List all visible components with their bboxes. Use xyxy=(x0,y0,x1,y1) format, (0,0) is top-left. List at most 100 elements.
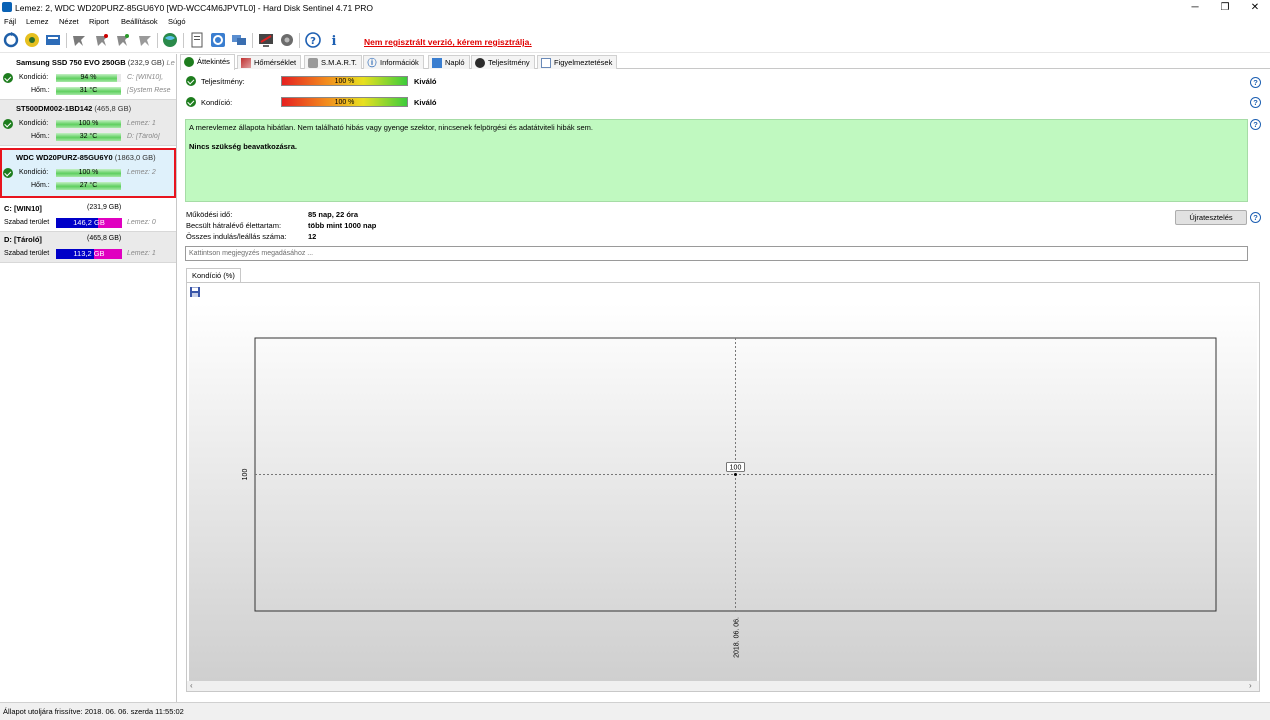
free-space-value: 113,2 GB xyxy=(73,249,105,258)
help-icon[interactable]: ? xyxy=(1250,212,1261,223)
tab-label: Napló xyxy=(445,58,465,67)
note-input[interactable]: Kattintson megjegyzés megadásához ... xyxy=(185,246,1248,261)
minimize-button[interactable]: ─ xyxy=(1180,0,1210,15)
volume-item-c[interactable]: C: [WIN10] (231,9 GB) Szabad terület 146… xyxy=(0,201,176,232)
condition-value: 100 % xyxy=(334,99,355,106)
sync-icon[interactable] xyxy=(210,32,226,48)
app-icon xyxy=(2,2,12,12)
tab-temperature[interactable]: Hőmérséklet xyxy=(237,55,302,69)
tab-alerts[interactable]: Figyelmeztetések xyxy=(537,55,618,69)
chart-area: 100 100 2018. 06. 06. xyxy=(189,303,1257,681)
refresh-icon[interactable] xyxy=(3,32,19,48)
horizontal-scrollbar[interactable]: ‹ › xyxy=(187,681,1259,691)
settings-icon[interactable] xyxy=(279,32,295,48)
data-point xyxy=(734,473,737,476)
globe-icon[interactable] xyxy=(162,32,178,48)
retest-button[interactable]: Újratesztelés xyxy=(1175,210,1247,225)
toolbar: ? i Nem regisztrált verzió, kérem regisz… xyxy=(0,28,1270,53)
surface-test-icon[interactable] xyxy=(94,32,110,48)
menu-view[interactable]: Nézet xyxy=(59,17,79,26)
condition-rating: Kiváló xyxy=(414,98,437,107)
condition-value: 100 % xyxy=(78,120,99,127)
wipe-icon[interactable] xyxy=(137,32,153,48)
volume-disk-ref: Lemez: 1 xyxy=(127,250,156,257)
chart-tab-condition[interactable]: Kondíció (%) xyxy=(186,268,241,282)
tab-bar: Áttekintés Hőmérséklet S.M.A.R.T. ⓘ Infor… xyxy=(180,54,1270,70)
ok-check-icon xyxy=(3,119,13,129)
temp-value: 27 °C xyxy=(79,182,98,189)
toolbar-separator xyxy=(157,33,158,48)
tab-smart[interactable]: S.M.A.R.T. xyxy=(304,55,362,69)
thermometer-icon xyxy=(241,58,251,68)
temp-value: 32 °C xyxy=(79,133,98,140)
disk-item-wdc-selected[interactable]: WDC WD20PURZ-85GU6Y0 (1863,0 GB) Kondíci… xyxy=(0,148,176,198)
status-bar: Állapot utoljára frissítve: 2018. 06. 06… xyxy=(0,702,1270,720)
tab-information[interactable]: ⓘ Információk xyxy=(363,55,424,69)
tab-label: Hőmérséklet xyxy=(254,58,297,67)
ok-check-icon xyxy=(3,168,13,178)
app-window: Lemez: 2, WDC WD20PURZ-85GU6Y0 [WD-WCC4M… xyxy=(0,0,1270,720)
ok-check-icon xyxy=(186,97,196,107)
last-update-text: Állapot utoljára frissítve: 2018. 06. 06… xyxy=(3,707,184,716)
ok-check-icon xyxy=(3,73,13,83)
register-link[interactable]: Nem regisztrált verzió, kérem regisztrál… xyxy=(364,37,532,47)
startstop-value: 12 xyxy=(308,232,317,241)
tab-label: Áttekintés xyxy=(197,57,230,66)
about-icon[interactable]: i xyxy=(326,32,342,49)
condition-label: Kondíció: xyxy=(19,169,49,176)
svg-text:?: ? xyxy=(310,36,316,47)
scroll-left-icon[interactable]: ‹ xyxy=(190,681,193,691)
tab-log[interactable]: Napló xyxy=(428,55,470,69)
help-icon[interactable]: ? xyxy=(305,32,321,48)
tab-overview[interactable]: Áttekintés xyxy=(180,54,235,70)
disk-icon xyxy=(308,58,318,68)
free-space-label: Szabad terület xyxy=(4,219,50,226)
volume-size: (465,8 GB) xyxy=(87,235,122,242)
condition-label: Kondíció: xyxy=(201,98,233,107)
alert-config-icon[interactable] xyxy=(258,32,274,48)
menu-bar: Fájl Lemez Nézet Riport Beállítások Súgó xyxy=(0,15,1270,27)
disk-side-info: C: [WIN10], xyxy=(127,74,164,81)
temp-label: Hőm.: xyxy=(31,133,50,140)
repair-icon[interactable] xyxy=(115,32,131,48)
close-button[interactable]: ✕ xyxy=(1240,0,1270,15)
disk-info-icon[interactable] xyxy=(24,32,40,48)
menu-disk[interactable]: Lemez xyxy=(26,17,49,26)
menu-settings[interactable]: Beállítások xyxy=(121,17,158,26)
disk-name: ST500DM002-1BD142 xyxy=(16,104,93,113)
save-icon[interactable] xyxy=(190,287,200,297)
volume-item-d[interactable]: D: [Tároló] (465,8 GB) Szabad terület 11… xyxy=(0,232,176,263)
help-icon[interactable]: ? xyxy=(1250,97,1261,108)
overview-panel: Teljesítmény: 100 % Kiváló ? Kondíció: 1… xyxy=(180,70,1270,702)
uptime-label: Működési idő: xyxy=(186,210,233,219)
menu-file[interactable]: Fájl xyxy=(4,17,16,26)
condition-label: Kondíció: xyxy=(19,120,49,127)
info-icon: ⓘ xyxy=(367,58,377,68)
menu-report[interactable]: Riport xyxy=(89,17,109,26)
report-icon[interactable] xyxy=(45,32,61,48)
free-space-value: 146,2 GB xyxy=(73,218,105,227)
temp-bar: 31 °C xyxy=(56,87,121,95)
disk-item-samsung[interactable]: Samsung SSD 750 EVO 250GB (232,9 GB) Le … xyxy=(0,54,176,100)
lifetime-value: több mint 1000 nap xyxy=(308,221,377,230)
help-icon[interactable]: ? xyxy=(1250,119,1261,130)
scroll-right-icon[interactable]: › xyxy=(1249,681,1252,691)
condition-bar: 100 % xyxy=(56,120,121,128)
menu-help[interactable]: Súgó xyxy=(168,17,186,26)
tab-label: Információk xyxy=(380,58,419,67)
startstop-label: Összes indulás/leállás száma: xyxy=(186,232,287,241)
uptime-value: 85 nap, 22 óra xyxy=(308,210,359,219)
network-icon[interactable] xyxy=(231,32,247,48)
tab-performance[interactable]: Teljesítmény xyxy=(471,55,535,69)
log-icon xyxy=(432,58,442,68)
restore-button[interactable]: ❐ xyxy=(1210,0,1240,15)
help-icon[interactable]: ? xyxy=(1250,77,1261,88)
volume-name: C: [WIN10] xyxy=(4,204,42,213)
disk-item-seagate[interactable]: ST500DM002-1BD142 (465,8 GB) Kondíció: 1… xyxy=(0,100,176,146)
action-text: Nincs szükség beavatkozásra. xyxy=(189,142,297,151)
temp-label: Hőm.: xyxy=(31,87,50,94)
document-icon[interactable] xyxy=(189,32,205,48)
disk-name: WDC WD20PURZ-85GU6Y0 xyxy=(16,153,113,162)
disk-size: (465,8 GB) xyxy=(94,104,132,113)
disk-test-icon[interactable] xyxy=(71,32,87,48)
